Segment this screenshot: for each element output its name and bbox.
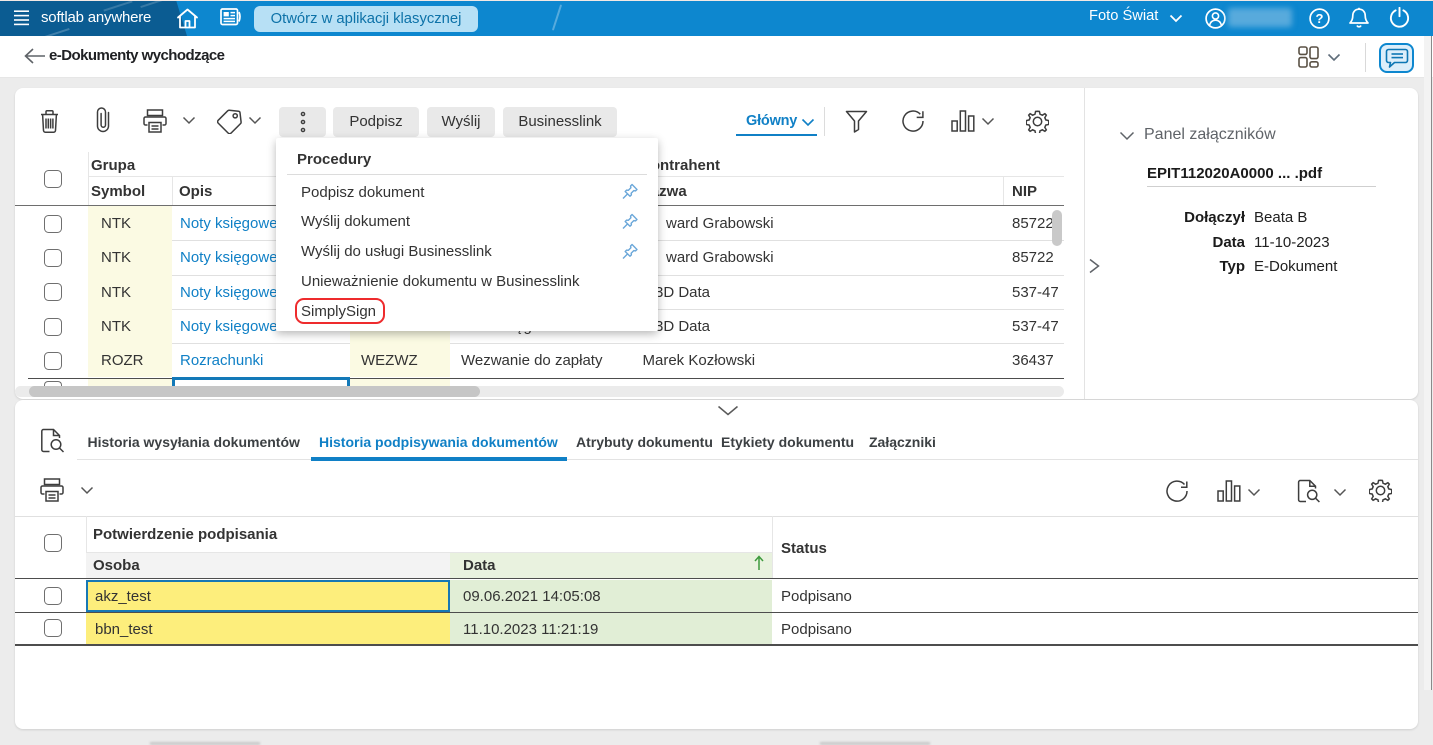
svg-text:?: ? (1316, 11, 1324, 26)
